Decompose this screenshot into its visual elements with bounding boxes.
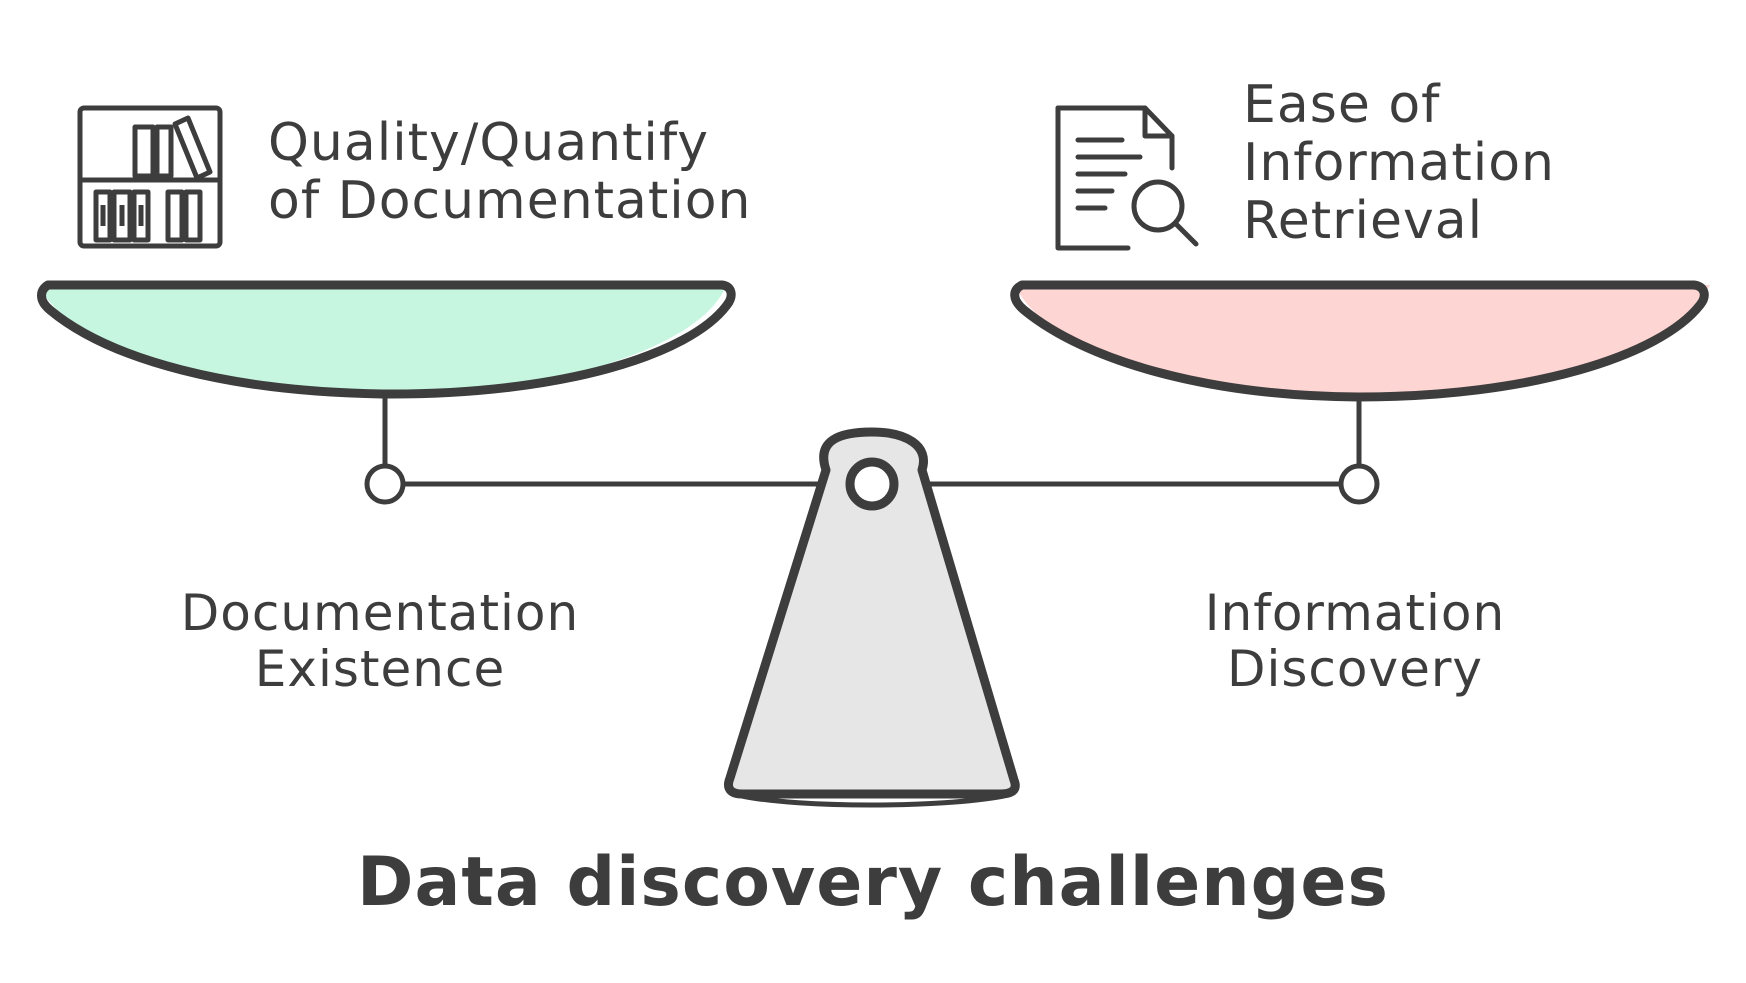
- left-bottom-label-line: Documentation: [180, 584, 580, 642]
- left-bottom-label-line: Existence: [254, 640, 506, 698]
- left-top-label: Quality/Quantify of Documentation: [268, 113, 752, 232]
- right-pan: [1010, 280, 1710, 402]
- right-top-label-line: Information: [1243, 133, 1556, 194]
- right-bottom-label-line: Discovery: [1226, 640, 1484, 698]
- document-search-icon: [1055, 105, 1199, 251]
- fulcrum: [724, 427, 1020, 808]
- left-top-label-line: of Documentation: [268, 171, 752, 232]
- left-pan-fill: [40, 288, 725, 394]
- left-pan: [37, 280, 736, 399]
- right-bottom-label: Information Discovery: [1145, 585, 1565, 697]
- right-pan-fill: [1015, 285, 1710, 398]
- left-pivot-ring: [364, 463, 406, 505]
- diagram-title: Data discovery challenges: [357, 843, 1389, 922]
- right-pivot-ring: [1338, 463, 1380, 505]
- right-top-label-line: Ease of: [1243, 75, 1441, 135]
- bookshelf-icon: [77, 105, 223, 249]
- left-top-label-line: Quality/Quantify: [268, 113, 710, 173]
- right-bottom-label-line: Information: [1204, 584, 1506, 642]
- left-bottom-label: Documentation Existence: [150, 585, 610, 697]
- right-top-label-line: Retrieval: [1243, 191, 1484, 252]
- fulcrum-pivot: [845, 457, 899, 511]
- right-top-label: Ease of Information Retrieval: [1243, 76, 1555, 251]
